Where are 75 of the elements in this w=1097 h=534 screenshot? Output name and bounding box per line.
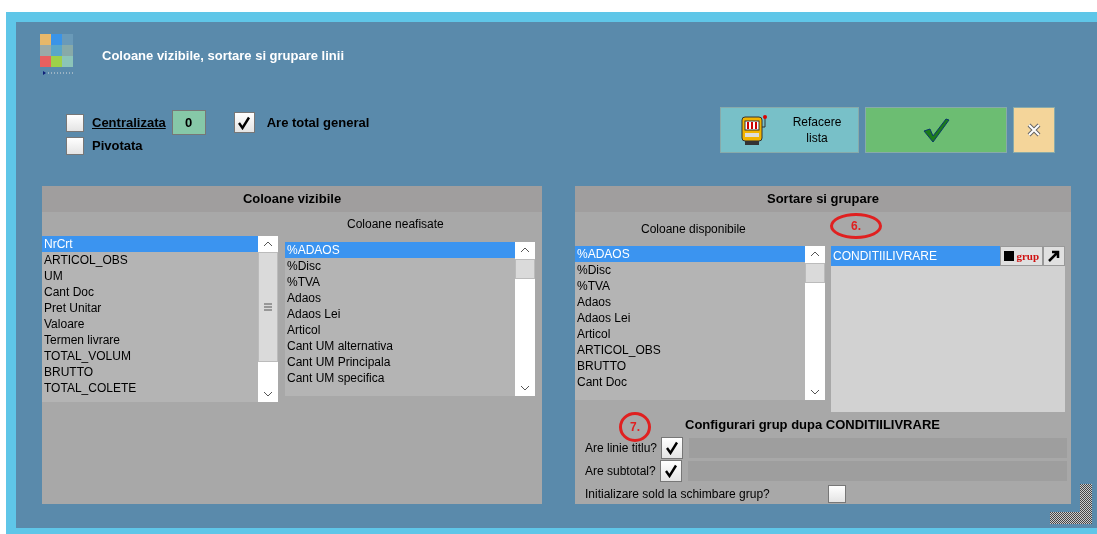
- list-caption: Coloane neafisate: [347, 216, 444, 233]
- checkmark-icon: [663, 463, 678, 478]
- list-item[interactable]: Cant Doc: [42, 284, 258, 300]
- list-item[interactable]: %TVA: [575, 278, 805, 294]
- scrollbar[interactable]: [258, 236, 278, 402]
- scroll-down-icon: [263, 391, 273, 397]
- option-label: Pivotata: [92, 137, 143, 155]
- scroll-down-icon: [810, 389, 820, 395]
- list-item[interactable]: TOTAL_COLETE: [42, 380, 258, 396]
- move-button[interactable]: [1043, 246, 1065, 266]
- resize-grip-icon: [1050, 484, 1092, 524]
- dialog-title: Coloane vizibile, sortare si grupare linii: [102, 47, 344, 65]
- list-item[interactable]: Cant UM specifica: [285, 370, 515, 386]
- option-label: Centralizata: [92, 113, 166, 132]
- scroll-thumb[interactable]: [515, 259, 535, 279]
- list-item[interactable]: %TVA: [285, 274, 515, 290]
- list-item[interactable]: BRUTTO: [575, 358, 805, 374]
- scroll-up-icon: [810, 251, 820, 257]
- list-item[interactable]: Adaos: [575, 294, 805, 310]
- scroll-down-icon: [520, 385, 530, 391]
- checkmark-icon: [922, 117, 950, 143]
- field-label: Are linie titlu?: [585, 439, 658, 457]
- group-tag: grup: [1016, 247, 1039, 265]
- refresh-list-button[interactable]: Refacere lista: [720, 107, 859, 153]
- list-item[interactable]: Articol: [285, 322, 515, 338]
- close-button[interactable]: [1013, 107, 1055, 153]
- scroll-up-icon: [520, 247, 530, 253]
- scrollbar[interactable]: [515, 242, 535, 396]
- close-icon: [1027, 123, 1041, 137]
- list-item[interactable]: Termen livrare: [42, 332, 258, 348]
- field-label: Initializare sold la schimbare grup?: [585, 485, 770, 503]
- field-label: Are subtotal?: [585, 462, 656, 480]
- list-item[interactable]: Cant Doc: [575, 374, 805, 390]
- list-item[interactable]: Adaos: [285, 290, 515, 306]
- list-item[interactable]: Adaos Lei: [285, 306, 515, 322]
- scroll-up-icon: [263, 241, 273, 247]
- square-icon: [1004, 251, 1015, 261]
- list-item[interactable]: Cant UM alternativa: [285, 338, 515, 354]
- checkbox[interactable]: [659, 459, 682, 482]
- checkbox[interactable]: [827, 484, 846, 503]
- list-item[interactable]: BRUTTO: [42, 364, 258, 380]
- option-label: Are total general: [266, 113, 370, 132]
- list-item[interactable]: Pret Unitar: [42, 300, 258, 316]
- checkbox[interactable]: [66, 113, 84, 132]
- annotation-circle: 6.: [830, 213, 882, 239]
- list-item[interactable]: %Disc: [285, 258, 515, 274]
- list-item[interactable]: Articol: [575, 326, 805, 342]
- list-item[interactable]: Adaos Lei: [575, 310, 805, 326]
- checkbox[interactable]: [661, 436, 684, 459]
- grip-icon: [263, 303, 273, 311]
- list-item[interactable]: UM: [42, 268, 258, 284]
- list-item[interactable]: Valoare: [42, 316, 258, 332]
- scrollbar[interactable]: [805, 246, 825, 400]
- section-title: Configurari grup dupa CONDITIILIVRARE: [685, 416, 940, 435]
- list-item[interactable]: ARTICOL_OBS: [575, 342, 805, 358]
- list-item[interactable]: ARTICOL_OBS: [42, 252, 258, 268]
- panel-header: Sortare si grupare: [575, 186, 1071, 212]
- arrow-icon: [1048, 250, 1060, 262]
- confirm-button[interactable]: [865, 107, 1007, 153]
- slot-machine-icon: [739, 113, 769, 147]
- list-caption: Coloane disponibile: [641, 221, 746, 238]
- scroll-thumb[interactable]: [258, 252, 278, 362]
- list-item[interactable]: TOTAL_VOLUM: [42, 348, 258, 364]
- checkbox[interactable]: [233, 112, 255, 133]
- panel-header: Coloane vizibile: [42, 186, 542, 212]
- counter-field[interactable]: 0: [171, 110, 206, 135]
- grid-app-icon: [40, 34, 74, 76]
- list-item[interactable]: %Disc: [575, 262, 805, 278]
- checkmark-icon: [237, 115, 252, 130]
- group-toggle[interactable]: grup: [1000, 246, 1043, 266]
- list-item[interactable]: Cant UM Principala: [285, 354, 515, 370]
- annotation-circle: 7.: [619, 412, 651, 442]
- checkbox[interactable]: [66, 136, 84, 155]
- scroll-thumb[interactable]: [805, 263, 825, 283]
- checkmark-icon: [665, 440, 680, 455]
